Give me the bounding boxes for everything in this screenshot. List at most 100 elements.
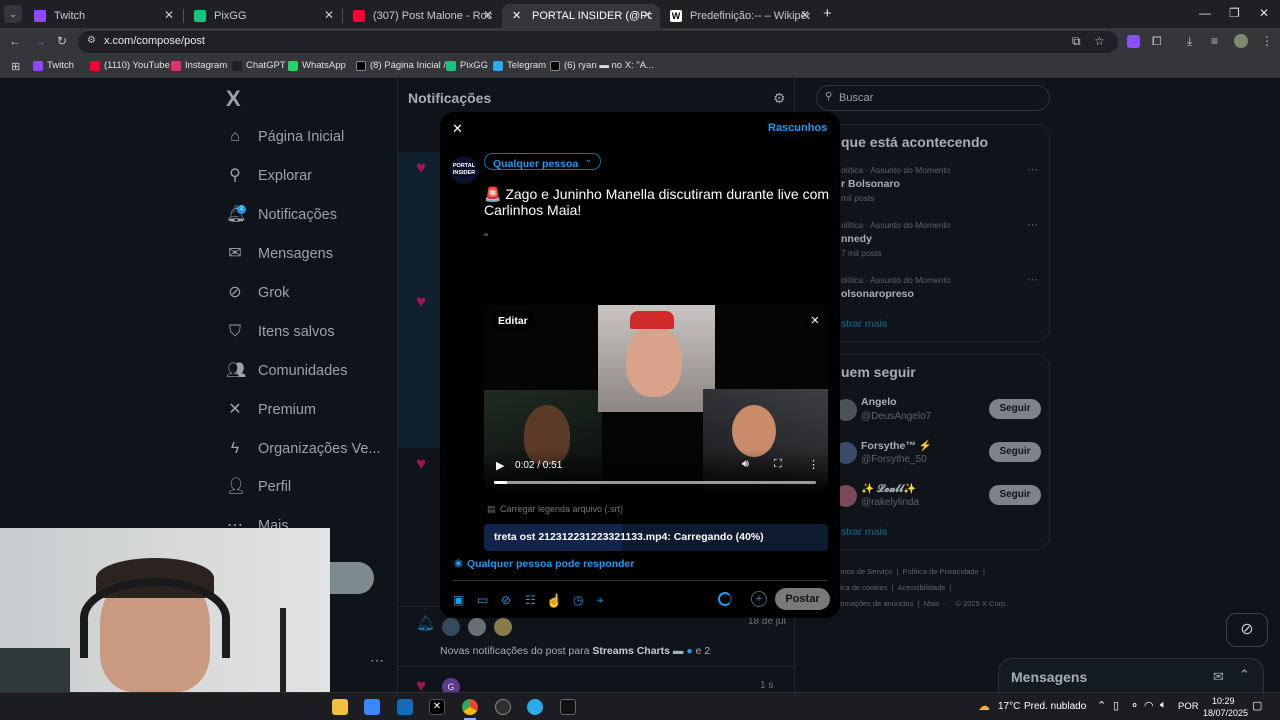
address-bar[interactable]: ⚙ x.com/compose/post ⧉ ☆ xyxy=(78,31,1118,53)
video-seek-bar[interactable] xyxy=(494,481,816,484)
capcut-icon[interactable] xyxy=(560,699,576,715)
reply-setting-button[interactable]: Qualquer pessoa pode responder xyxy=(467,558,634,570)
outlook-icon[interactable] xyxy=(397,699,413,715)
bookmark-item[interactable]: PixGG xyxy=(446,60,488,71)
media-control-icon[interactable]: ≡ xyxy=(1211,34,1218,48)
trend-more-icon[interactable]: ⋯ xyxy=(1027,273,1038,286)
sidebar-item-x-premium[interactable]: ✕ Premium xyxy=(226,401,316,419)
video-options-icon[interactable]: ⋮ xyxy=(808,458,819,471)
wifi-icon[interactable]: ◠ xyxy=(1144,699,1154,712)
bookmark-item[interactable]: (8) Página Inicial / X xyxy=(356,60,455,71)
download-icon[interactable]: ⤓ xyxy=(1187,34,1192,49)
follow-suggestion[interactable]: ✨ 𝓛𝓮𝓪𝓵𝓵✨ @rakelylinda Seguir xyxy=(835,481,1045,517)
tab-twitch[interactable]: Twitch ✕ xyxy=(24,4,182,28)
video-attachment[interactable]: Editar ✕ ▶ 0:02 / 0:51 🔊︎ ⛶ ⋮ xyxy=(484,305,828,491)
bookmark-star-icon[interactable]: ☆ xyxy=(1094,34,1105,48)
bookmark-item[interactable]: Telegram xyxy=(493,60,546,71)
footer-link[interactable]: ormações de anúncios xyxy=(838,599,913,608)
profile-avatar[interactable] xyxy=(1234,34,1248,48)
tab-close-icon[interactable]: ✕ xyxy=(483,8,493,22)
close-window-icon[interactable]: ✕ xyxy=(1259,6,1269,20)
tab-portal-insider[interactable]: ✕ PORTAL INSIDER (@Portal_I ✕ xyxy=(502,4,660,28)
grok-floating-icon[interactable]: ⊘ xyxy=(1226,613,1268,647)
restore-icon[interactable]: ❐ xyxy=(1229,6,1240,20)
schedule-icon[interactable]: ◷ xyxy=(573,593,583,607)
tab-close-icon[interactable]: ✕ xyxy=(642,8,652,22)
caption-upload-link[interactable]: Carregar legenda arquivo (.srt) xyxy=(500,504,623,514)
install-app-icon[interactable]: ⧉ xyxy=(1072,34,1081,49)
tray-app-icon[interactable]: ▯ xyxy=(1113,699,1119,712)
trend-item[interactable]: olítica · Assunto do Momento nnedy 7 mil p… xyxy=(841,218,1041,258)
post-text-area[interactable]: 🚨 Zago e Juninho Manella discutiram dura… xyxy=(484,186,830,246)
tab-close-icon[interactable]: ✕ xyxy=(324,8,334,22)
footer-link[interactable]: Mais ··· xyxy=(924,599,949,608)
weather-desc[interactable]: Pred. nublado xyxy=(1024,701,1086,712)
edit-media-button[interactable]: Editar xyxy=(490,311,536,331)
gif-icon[interactable]: ▭ xyxy=(477,593,488,607)
extension-badge-icon[interactable] xyxy=(1127,35,1140,48)
messages-drawer[interactable]: Mensagens ✉ ⌃ xyxy=(998,658,1264,692)
add-thread-icon[interactable]: + xyxy=(751,591,767,607)
forward-icon[interactable]: → xyxy=(34,34,46,48)
clock-date[interactable]: 18/07/2025 xyxy=(1203,708,1248,718)
speaker-icon[interactable]: 🔈︎ xyxy=(1160,699,1167,712)
follow-suggestion[interactable]: Forsythe™ ⚡ @Forsythe_50 Seguir xyxy=(835,438,1045,474)
sidebar-item-profile[interactable]: 👤︎ Perfil xyxy=(226,478,291,496)
sidebar-item-bookmark[interactable]: ⛉ Itens salvos xyxy=(226,323,335,341)
sidebar-item-home[interactable]: ⌂ Página Inicial xyxy=(226,128,344,146)
tab-pixgg[interactable]: PixGG ✕ xyxy=(184,4,342,28)
account-menu-dots-icon[interactable]: ⋯ xyxy=(370,652,384,669)
apps-grid-icon[interactable]: ⊞ xyxy=(11,60,20,73)
footer-link[interactable]: Política de Privacidade xyxy=(902,567,978,576)
bookmark-item[interactable]: (6) ryan ▬ no X: "A... xyxy=(550,60,654,71)
tray-app-icon[interactable]: ⚬ xyxy=(1130,699,1139,712)
sidebar-item-grok[interactable]: ⊘ Grok xyxy=(226,284,289,302)
extensions-puzzle-icon[interactable]: ⧠ xyxy=(1152,34,1162,49)
poll-icon[interactable]: ☷ xyxy=(525,593,536,607)
weather-temp[interactable]: 17°C xyxy=(998,701,1020,712)
site-info-icon[interactable]: ⚙ xyxy=(87,35,96,46)
x-logo[interactable]: X xyxy=(226,86,241,112)
footer-link[interactable]: rmos de Serviço xyxy=(838,567,892,576)
bookmark-item[interactable]: ChatGPT xyxy=(232,60,286,71)
telegram-icon[interactable] xyxy=(527,699,543,715)
sidebar-item-lightning[interactable]: ϟ Organizações Ve... xyxy=(226,440,381,458)
post-button[interactable]: Postar xyxy=(775,588,830,610)
expand-icon[interactable]: ⌃ xyxy=(1239,667,1250,683)
tab-close-icon[interactable]: ✕ xyxy=(800,8,810,22)
obs-icon[interactable] xyxy=(495,699,511,715)
bookmark-item[interactable]: WhatsApp xyxy=(288,60,346,71)
media-icon[interactable]: ▣ xyxy=(453,593,464,607)
audience-selector[interactable]: Qualquer pessoa ⌄ xyxy=(484,153,602,170)
x-app-icon[interactable]: ✕ xyxy=(429,699,445,715)
tab-youtube[interactable]: (307) Post Malone - Rockstar (f ✕ xyxy=(343,4,501,28)
bookmark-item[interactable]: Instagram xyxy=(171,60,227,71)
sidebar-item-search[interactable]: ⚲ Explorar xyxy=(226,167,312,185)
grok-compose-icon[interactable]: ⊘ xyxy=(501,593,511,607)
clock-time[interactable]: 10:29 xyxy=(1212,696,1235,706)
follow-button[interactable]: Seguir xyxy=(989,442,1041,462)
reload-icon[interactable]: ↻ xyxy=(57,34,67,48)
trend-item[interactable]: olítica · Assunto do Momento r Bolsonaro m… xyxy=(841,163,1041,203)
trend-more-icon[interactable]: ⋯ xyxy=(1027,163,1038,176)
follow-button[interactable]: Seguir xyxy=(989,399,1041,419)
tab-close-icon[interactable]: ✕ xyxy=(164,8,174,22)
search-input[interactable]: ⚲ Buscar xyxy=(816,85,1050,111)
footer-link[interactable]: Acessibilidade xyxy=(898,583,946,592)
tab-search-button[interactable]: ⌄ xyxy=(4,5,22,23)
remove-media-icon[interactable]: ✕ xyxy=(805,311,825,331)
tab-wikipedia[interactable]: W Predefinição:-- – Wikipédia, a en ✕ xyxy=(660,4,818,28)
sidebar-item-communities[interactable]: 👥︎ Comunidades xyxy=(226,362,347,380)
volume-icon[interactable]: 🔊︎ xyxy=(742,458,749,471)
new-tab-button[interactable]: + xyxy=(823,5,832,22)
trend-more-icon[interactable]: ⋯ xyxy=(1027,218,1038,231)
language-indicator[interactable]: POR xyxy=(1178,701,1199,712)
minimize-icon[interactable]: — xyxy=(1199,6,1211,20)
follow-suggestion[interactable]: Angelo @DeusAngelo7 Seguir xyxy=(835,395,1045,431)
back-icon[interactable]: ← xyxy=(9,34,21,48)
fullscreen-icon[interactable]: ⛶ xyxy=(774,458,782,471)
location-icon[interactable]: ⌖ xyxy=(597,593,604,608)
bookmark-item[interactable]: (1110) YouTube xyxy=(90,60,170,71)
file-explorer-icon[interactable] xyxy=(332,699,348,715)
new-message-icon[interactable]: ✉ xyxy=(1213,669,1224,685)
